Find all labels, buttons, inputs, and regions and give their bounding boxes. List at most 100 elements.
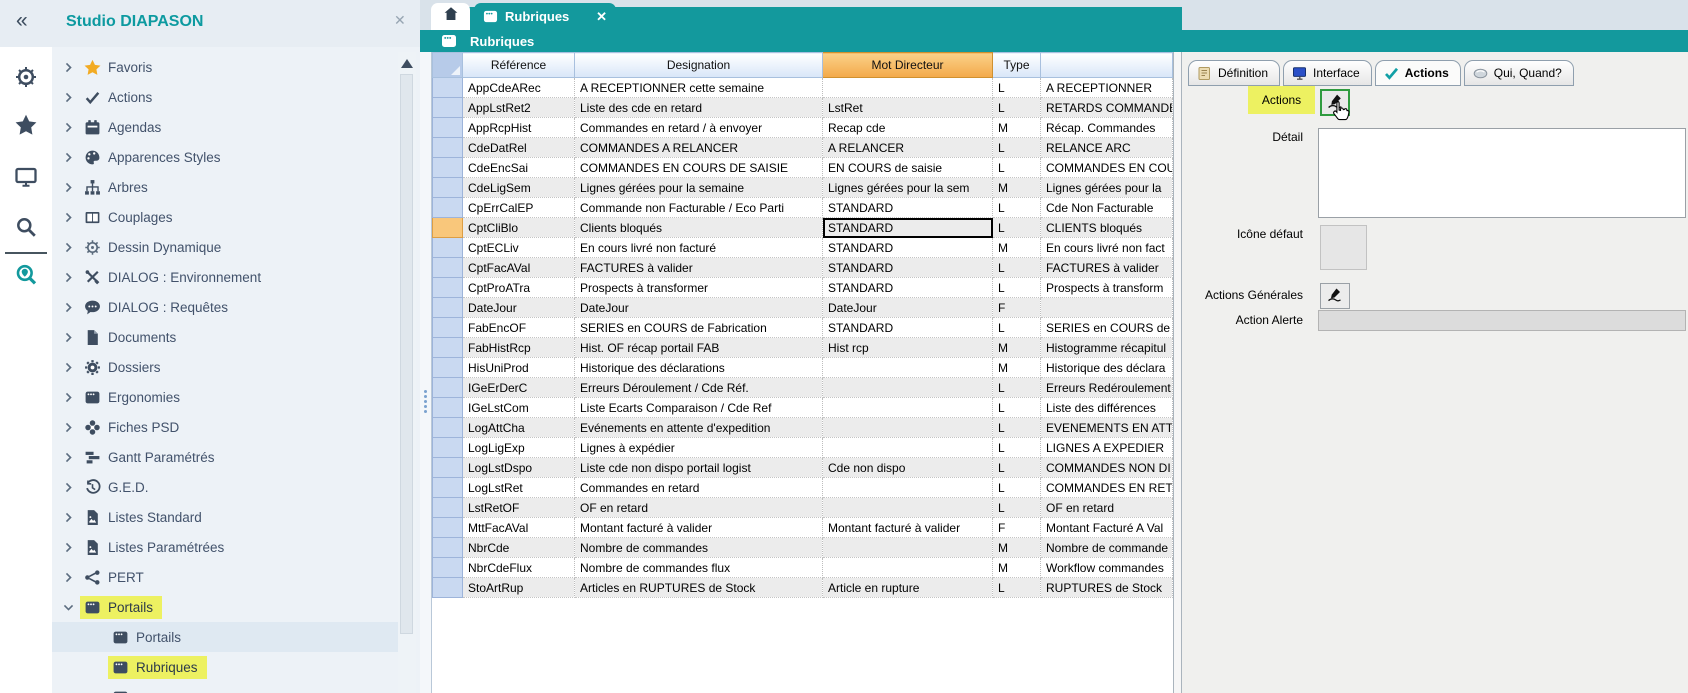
- row-selector[interactable]: [433, 178, 463, 198]
- cell-designation[interactable]: Commande non Facturable / Eco Parti: [575, 198, 823, 218]
- detail-textarea[interactable]: [1318, 128, 1686, 218]
- sidebar-item-arbres[interactable]: Arbres: [52, 172, 398, 202]
- cell-designation-2[interactable]: FACTURES à valider: [1041, 258, 1173, 278]
- cell-type[interactable]: L: [993, 98, 1041, 118]
- cell-mot-directeur[interactable]: [823, 358, 993, 378]
- chevron-right-icon[interactable]: [62, 541, 80, 554]
- cell-reference[interactable]: CdeEncSai: [463, 158, 575, 178]
- cell-type[interactable]: L: [993, 138, 1041, 158]
- cell-reference[interactable]: FabEncOF: [463, 318, 575, 338]
- sidebar-item-dessin-dynamique[interactable]: Dessin Dynamique: [52, 232, 398, 262]
- sidebar-item-documents[interactable]: Documents: [52, 322, 398, 352]
- cell-designation[interactable]: Commandes en retard / à envoyer: [575, 118, 823, 138]
- cell-designation[interactable]: Clients bloqués: [575, 218, 823, 238]
- chevron-right-icon[interactable]: [62, 331, 80, 344]
- cell-mot-directeur[interactable]: Cde non dispo: [823, 458, 993, 478]
- cell-designation-2[interactable]: En cours livré non fact: [1041, 238, 1173, 258]
- cell-mot-directeur[interactable]: STANDARD: [823, 318, 993, 338]
- cell-designation-2[interactable]: SERIES en COURS de: [1041, 318, 1173, 338]
- sidebar-item-listes-standard[interactable]: Listes Standard: [52, 502, 398, 532]
- sidebar-item-portails[interactable]: Portails: [52, 592, 398, 622]
- column-header-mot-directeur[interactable]: Mot Directeur: [823, 53, 993, 78]
- chevron-right-icon[interactable]: [62, 571, 80, 584]
- panel-tab-d-finition[interactable]: Définition: [1188, 60, 1280, 86]
- row-selector[interactable]: [433, 98, 463, 118]
- cell-designation-2[interactable]: CLIENTS bloqués: [1041, 218, 1173, 238]
- cell-designation-2[interactable]: Liste des différences: [1041, 398, 1173, 418]
- cell-reference[interactable]: CptFacAVal: [463, 258, 575, 278]
- cell-designation[interactable]: Liste des cde en retard: [575, 98, 823, 118]
- cell-designation-2[interactable]: Nombre de commande: [1041, 538, 1173, 558]
- row-selector[interactable]: [433, 138, 463, 158]
- cell-designation-2[interactable]: A RECEPTIONNER: [1041, 78, 1173, 98]
- row-selector[interactable]: [433, 458, 463, 478]
- tab-close-icon[interactable]: ✕: [596, 9, 607, 25]
- cell-type[interactable]: L: [993, 278, 1041, 298]
- chevron-right-icon[interactable]: [62, 241, 80, 254]
- cell-designation[interactable]: Liste cde non dispo portail logist: [575, 458, 823, 478]
- cell-designation[interactable]: Nombre de commandes: [575, 538, 823, 558]
- cell-reference[interactable]: CptProATra: [463, 278, 575, 298]
- chevron-right-icon[interactable]: [62, 421, 80, 434]
- row-selector[interactable]: [433, 478, 463, 498]
- cell-reference[interactable]: LogLstDspo: [463, 458, 575, 478]
- row-selector[interactable]: [433, 398, 463, 418]
- sidebar-item-apparences-styles[interactable]: Apparences Styles: [52, 142, 398, 172]
- default-icon-box[interactable]: [1320, 225, 1367, 270]
- cell-type[interactable]: L: [993, 378, 1041, 398]
- row-selector[interactable]: [433, 158, 463, 178]
- cell-mot-directeur[interactable]: Montant facturé à valider: [823, 518, 993, 538]
- cell-type[interactable]: M: [993, 178, 1041, 198]
- cell-type[interactable]: L: [993, 398, 1041, 418]
- cell-designation-2[interactable]: Récap. Commandes: [1041, 118, 1173, 138]
- cell-designation-2[interactable]: RETARDS COMMANDES: [1041, 98, 1173, 118]
- cell-mot-directeur[interactable]: STANDARD: [823, 258, 993, 278]
- cell-designation[interactable]: SERIES en COURS de Fabrication: [575, 318, 823, 338]
- sidebar-item-dialog-environnement[interactable]: DIALOG : Environnement: [52, 262, 398, 292]
- row-selector[interactable]: [433, 518, 463, 538]
- sidebar-item-ergonomies[interactable]: Ergonomies: [52, 382, 398, 412]
- cell-type[interactable]: F: [993, 298, 1041, 318]
- cell-designation[interactable]: Commandes en retard: [575, 478, 823, 498]
- scrollbar-thumb[interactable]: [400, 74, 413, 634]
- cell-type[interactable]: L: [993, 418, 1041, 438]
- cell-designation-2[interactable]: Montant Facturé A Val: [1041, 518, 1173, 538]
- cell-reference[interactable]: IGeErDerC: [463, 378, 575, 398]
- row-selector[interactable]: [433, 378, 463, 398]
- cell-mot-directeur[interactable]: [823, 558, 993, 578]
- row-selector[interactable]: [433, 338, 463, 358]
- cell-designation[interactable]: Historique des déclarations: [575, 358, 823, 378]
- sidebar-item-blank[interactable]: [52, 682, 398, 693]
- star-icon[interactable]: [14, 113, 38, 137]
- cell-designation-2[interactable]: EVENEMENTS EN ATT: [1041, 418, 1173, 438]
- row-selector[interactable]: [433, 298, 463, 318]
- row-selector[interactable]: [433, 198, 463, 218]
- cell-designation-2[interactable]: COMMANDES NON DI: [1041, 458, 1173, 478]
- cell-type[interactable]: M: [993, 358, 1041, 378]
- cell-type[interactable]: L: [993, 318, 1041, 338]
- chevron-right-icon[interactable]: [62, 391, 80, 404]
- monitor-icon[interactable]: [14, 165, 38, 189]
- cell-reference[interactable]: LogLigExp: [463, 438, 575, 458]
- cell-designation[interactable]: Montant facturé à valider: [575, 518, 823, 538]
- cell-reference[interactable]: MttFacAVal: [463, 518, 575, 538]
- cell-designation[interactable]: Articles en RUPTURES de Stock: [575, 578, 823, 598]
- cell-reference[interactable]: AppCdeARec: [463, 78, 575, 98]
- cell-mot-directeur[interactable]: [823, 398, 993, 418]
- row-selector[interactable]: [433, 438, 463, 458]
- cell-designation-2[interactable]: Erreurs Redéroulement: [1041, 378, 1173, 398]
- chevron-right-icon[interactable]: [62, 301, 80, 314]
- column-header-designation[interactable]: Designation: [575, 53, 823, 78]
- cell-type[interactable]: M: [993, 558, 1041, 578]
- cell-reference[interactable]: FabHistRcp: [463, 338, 575, 358]
- scroll-up-icon[interactable]: [401, 59, 413, 68]
- column-header-blank[interactable]: [1041, 53, 1173, 78]
- cell-designation[interactable]: Nombre de commandes flux: [575, 558, 823, 578]
- sidebar-scrollbar[interactable]: [398, 52, 416, 693]
- cell-mot-directeur[interactable]: [823, 538, 993, 558]
- cell-type[interactable]: L: [993, 158, 1041, 178]
- cell-designation[interactable]: Lignes gérées pour la semaine: [575, 178, 823, 198]
- column-header-type[interactable]: Type: [993, 53, 1041, 78]
- cell-designation-2[interactable]: Historique des déclara: [1041, 358, 1173, 378]
- row-selector[interactable]: [433, 78, 463, 98]
